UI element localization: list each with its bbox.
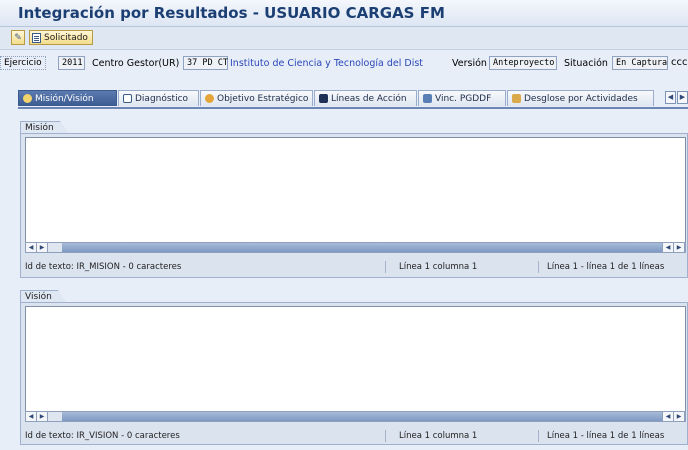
situacion-field[interactable]: En Captura — [612, 56, 668, 70]
mision-line-count: Línea 1 - línea 1 de 1 líneas — [547, 262, 665, 272]
solicitado-button[interactable]: Solicitado — [29, 30, 93, 45]
tab-desglose-actividades[interactable]: Desglose por Actividades — [507, 90, 654, 106]
tab-label: Vinc. PGDDF — [435, 93, 492, 104]
tab-label: Diagnóstico — [135, 93, 189, 104]
scroll-right-icon[interactable]: ▶ — [37, 243, 48, 252]
version-field[interactable]: Anteproyecto — [489, 56, 557, 70]
link-icon — [423, 94, 432, 103]
scroll-right-icon[interactable]: ▶ — [37, 412, 48, 421]
tab-diagnostico[interactable]: Diagnóstico — [118, 90, 199, 106]
vision-textarea[interactable] — [25, 306, 686, 412]
tools-icon — [512, 94, 521, 103]
scroll-thumb[interactable] — [62, 412, 664, 421]
tab-label: Misión/Visión — [35, 93, 94, 104]
mision-cursor-pos: Línea 1 columna 1 — [399, 262, 478, 272]
mision-textarea[interactable] — [25, 137, 686, 243]
scroll-left-icon[interactable]: ◀ — [26, 243, 37, 252]
scroll-left-icon[interactable]: ◀ — [26, 412, 37, 421]
centro-gestor-label: Centro Gestor(UR) — [92, 58, 180, 69]
scroll-right-icon[interactable]: ▶ — [673, 412, 685, 421]
chart-icon — [123, 94, 132, 103]
display-change-button[interactable]: ✎ — [11, 30, 25, 45]
window-title: Integración por Resultados - USUARIO CAR… — [18, 4, 445, 22]
tab-mision-vision[interactable]: Misión/Visión — [18, 90, 117, 106]
vision-hscrollbar[interactable]: ◀ ▶ ◀ ▶ — [25, 411, 686, 422]
tab-lineas-accion[interactable]: Líneas de Acción — [314, 90, 417, 106]
tab-label: Líneas de Acción — [331, 93, 407, 104]
pencil-glasses-icon: ✎ — [14, 32, 22, 43]
tab-label: Desglose por Actividades — [524, 93, 638, 104]
grid-icon — [319, 94, 328, 103]
tab-strip: Misión/Visión Diagnóstico Objetivo Estra… — [18, 90, 688, 109]
scroll-thumb[interactable] — [62, 243, 664, 252]
centro-gestor-name: Instituto de Ciencia y Tecnología del Di… — [230, 58, 424, 69]
mision-status-bar: Id de texto: IR_MISION - 0 caracteres Lí… — [20, 261, 688, 274]
header-fields: Ejercicio 2011 Centro Gestor(UR) 37 PD C… — [0, 56, 688, 72]
tab-scroll-right-button[interactable]: ▶ — [677, 91, 688, 104]
tab-scroll-left-button[interactable]: ◀ — [665, 91, 676, 104]
vision-status-bar: Id de texto: IR_VISION - 0 caracteres Lí… — [20, 430, 688, 443]
tab-objetivo-estrategico[interactable]: Objetivo Estratégico — [200, 90, 313, 106]
situacion-label: Situación — [564, 58, 608, 69]
mision-text-id: Id de texto: IR_MISION - 0 caracteres — [25, 262, 182, 272]
mision-hscrollbar[interactable]: ◀ ▶ ◀ ▶ — [25, 242, 686, 253]
vision-text-id: Id de texto: IR_VISION - 0 caracteres — [25, 431, 180, 441]
version-label: Versión — [452, 58, 487, 69]
gear-icon — [23, 94, 32, 103]
vision-line-count: Línea 1 - línea 1 de 1 líneas — [547, 431, 665, 441]
centro-gestor-field[interactable]: 37 PD CT — [183, 56, 228, 70]
scroll-right-icon[interactable]: ▶ — [673, 243, 685, 252]
vision-cursor-pos: Línea 1 columna 1 — [399, 431, 478, 441]
target-icon — [205, 94, 214, 103]
situacion-extra: ccc — [671, 57, 688, 68]
tab-vinc-pgddf[interactable]: Vinc. PGDDF — [418, 90, 506, 106]
ejercicio-label: Ejercicio — [0, 56, 46, 70]
title-bar: Integración por Resultados - USUARIO CAR… — [0, 0, 688, 27]
tab-label: Objetivo Estratégico — [217, 93, 309, 104]
document-icon — [32, 32, 41, 43]
toolbar: ✎ Solicitado — [0, 27, 688, 50]
solicitado-label: Solicitado — [44, 32, 88, 43]
ejercicio-field[interactable]: 2011 — [58, 56, 85, 70]
